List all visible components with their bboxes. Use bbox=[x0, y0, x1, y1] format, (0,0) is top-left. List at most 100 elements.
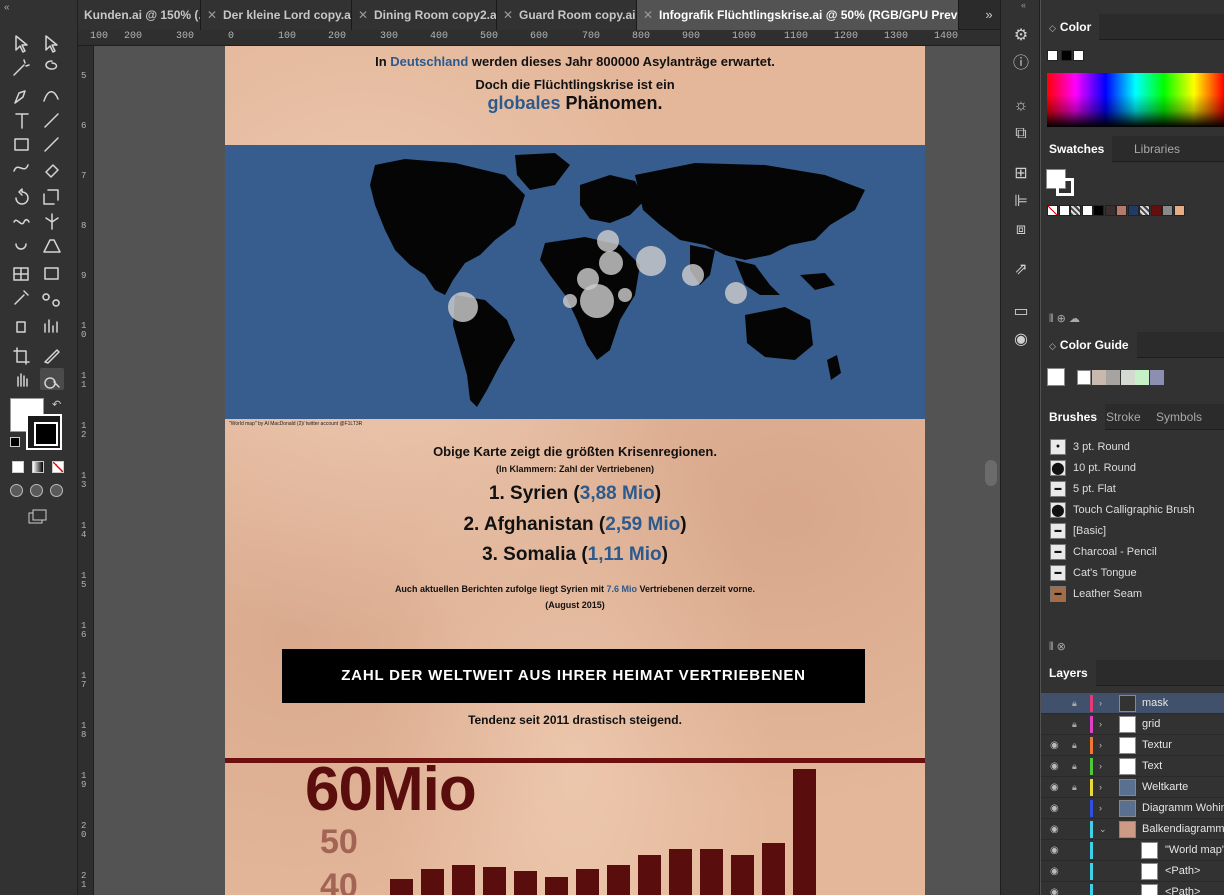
tab-color-guide[interactable]: ◇ Color Guide bbox=[1041, 332, 1137, 358]
color-spectrum[interactable] bbox=[1047, 73, 1224, 127]
tab-swatches[interactable]: Swatches bbox=[1041, 136, 1113, 162]
mesh-tool-icon[interactable] bbox=[10, 262, 34, 284]
visibility-eye-icon[interactable]: ◉ bbox=[1050, 735, 1064, 756]
gradient-tool-icon[interactable] bbox=[40, 262, 64, 284]
tab-infografik[interactable]: ✕ Infografik Flüchtlingskrise.ai @ 50% (R… bbox=[637, 0, 959, 30]
guide-swatch[interactable] bbox=[1091, 370, 1106, 385]
horizontal-ruler[interactable]: 100 200 300 0 100 200 300 400 500 600 700 800 900 100… bbox=[78, 30, 1000, 46]
close-icon[interactable]: ✕ bbox=[207, 0, 221, 30]
expand-chevron-icon[interactable]: › bbox=[1099, 735, 1109, 756]
lock-icon[interactable]: 🔒︎ bbox=[1072, 756, 1084, 777]
color-panel-header[interactable]: ◇ Color bbox=[1041, 14, 1224, 40]
visibility-eye-icon[interactable]: ◉ bbox=[1050, 798, 1064, 819]
layer-row[interactable]: ◉ "World map" bbox=[1041, 840, 1224, 861]
direct-selection-tool-icon[interactable] bbox=[40, 33, 64, 55]
transform-icon[interactable]: ⧉ bbox=[1011, 124, 1031, 144]
expand-chevron-icon[interactable]: › bbox=[1099, 693, 1109, 714]
expand-chevron-icon[interactable]: › bbox=[1099, 777, 1109, 798]
collapse-icon[interactable]: « bbox=[0, 0, 77, 30]
pen-tool-icon[interactable] bbox=[10, 85, 34, 107]
tab-dining-room[interactable]: ✕ Dining Room copy2.ai bbox=[352, 0, 497, 30]
draw-normal-icon[interactable] bbox=[10, 484, 23, 497]
align-icon[interactable]: ⊞ bbox=[1011, 164, 1031, 184]
curvature-tool-icon[interactable] bbox=[40, 85, 64, 107]
selection-tool-icon[interactable] bbox=[10, 33, 34, 55]
line-tool-icon[interactable] bbox=[40, 109, 64, 131]
zoom-tool-icon[interactable] bbox=[40, 368, 64, 390]
warp-tool-icon[interactable] bbox=[10, 210, 34, 232]
eyedropper-tool-icon[interactable] bbox=[10, 286, 34, 308]
visibility-eye-icon[interactable]: ◉ bbox=[1050, 756, 1064, 777]
color-guide-header[interactable]: ◇ Color Guide bbox=[1041, 332, 1224, 358]
layer-row[interactable]: ◉ 🔒︎ › Text bbox=[1041, 756, 1224, 777]
expand-chevron-icon[interactable]: › bbox=[1099, 798, 1109, 819]
lock-icon[interactable]: 🔒︎ bbox=[1072, 693, 1084, 714]
brush-item[interactable]: ⬤ Touch Calligraphic Brush bbox=[1050, 500, 1224, 520]
draw-behind-icon[interactable] bbox=[30, 484, 43, 497]
layer-row[interactable]: ◉ <Path> bbox=[1041, 882, 1224, 895]
brush-item[interactable]: ▬ Charcoal - Pencil bbox=[1050, 542, 1224, 562]
column-graph-tool-icon[interactable] bbox=[40, 314, 64, 336]
symbol-sprayer-tool-icon[interactable] bbox=[10, 314, 34, 336]
layers-panel-header[interactable]: Layers bbox=[1041, 660, 1224, 686]
eraser-tool-icon[interactable] bbox=[40, 157, 64, 179]
swatch[interactable] bbox=[1081, 205, 1093, 216]
layer-row[interactable]: ◉ 🔒︎ › Weltkarte bbox=[1041, 777, 1224, 798]
align-left-icon[interactable]: ⊫ bbox=[1011, 192, 1031, 212]
default-colors-icon[interactable] bbox=[10, 437, 20, 447]
swatch[interactable] bbox=[1162, 205, 1173, 216]
tab-kunden[interactable]: Kunden.ai @ 150% (... bbox=[78, 0, 201, 30]
expand-chevron-icon[interactable]: › bbox=[1099, 714, 1109, 735]
tab-symbols[interactable]: Symbols bbox=[1148, 404, 1210, 430]
tab-guard-room[interactable]: ✕ Guard Room copy.ai bbox=[497, 0, 637, 30]
layer-row[interactable]: ◉ 🔒︎ › Textur bbox=[1041, 735, 1224, 756]
collapse-chevron-icon[interactable]: ⌄ bbox=[1099, 819, 1109, 840]
visibility-eye-icon[interactable]: ◉ bbox=[1050, 861, 1064, 882]
tab-libraries[interactable]: Libraries bbox=[1126, 136, 1188, 162]
slice-tool-icon[interactable] bbox=[40, 344, 64, 366]
canvas[interactable]: In Deutschland werden dieses Jahr 800000… bbox=[94, 46, 1000, 895]
swatch[interactable] bbox=[1139, 205, 1150, 216]
artboard[interactable]: In Deutschland werden dieses Jahr 800000… bbox=[225, 46, 925, 895]
swatch[interactable] bbox=[1173, 205, 1185, 216]
close-icon[interactable]: ✕ bbox=[643, 0, 657, 30]
visibility-eye-icon[interactable]: ◉ bbox=[1050, 840, 1064, 861]
brush-item[interactable]: ▬ [Basic] bbox=[1050, 521, 1224, 541]
brushes-footer-icons[interactable]: ⫴ ⊗ bbox=[1049, 640, 1066, 654]
close-icon[interactable]: ✕ bbox=[358, 0, 372, 30]
guide-swatch[interactable] bbox=[1135, 370, 1149, 385]
shaper-tool-icon[interactable] bbox=[10, 157, 34, 179]
world-map[interactable] bbox=[225, 145, 925, 419]
vertical-scrollbar[interactable] bbox=[985, 460, 997, 486]
draw-inside-icon[interactable] bbox=[50, 484, 63, 497]
swatch[interactable] bbox=[1058, 205, 1070, 216]
brush-item[interactable]: ● 3 pt. Round bbox=[1050, 437, 1224, 457]
swatch[interactable] bbox=[1047, 205, 1058, 216]
swatch[interactable] bbox=[1093, 205, 1104, 216]
swatches-footer-icons[interactable]: ⫴ ⊕ ☁ bbox=[1049, 312, 1080, 326]
type-tool-icon[interactable] bbox=[10, 109, 34, 131]
transparency-icon[interactable]: ◉ bbox=[1011, 330, 1031, 350]
brushes-panel-header[interactable]: Brushes Stroke Symbols bbox=[1041, 404, 1224, 430]
layer-row[interactable]: ◉ <Path> bbox=[1041, 861, 1224, 882]
swatches-panel-header[interactable]: Swatches Libraries bbox=[1041, 136, 1224, 162]
white-swatch[interactable] bbox=[1073, 50, 1084, 61]
stroke-preview[interactable] bbox=[1056, 178, 1074, 196]
shape-builder-tool-icon[interactable] bbox=[10, 234, 34, 256]
swatch[interactable] bbox=[1116, 205, 1127, 216]
paintbrush-tool-icon[interactable] bbox=[40, 133, 64, 155]
expand-chevron-icon[interactable]: › bbox=[1099, 756, 1109, 777]
pathfinder-icon[interactable]: ⧈ bbox=[1011, 220, 1031, 240]
lock-icon[interactable]: 🔒︎ bbox=[1072, 714, 1084, 735]
swatch[interactable] bbox=[1150, 205, 1162, 216]
swap-colors-icon[interactable]: ↶ bbox=[52, 398, 66, 411]
guide-swatch[interactable] bbox=[1120, 370, 1135, 385]
layer-row[interactable]: 🔒︎ › mask bbox=[1041, 693, 1224, 714]
none-mode-icon[interactable] bbox=[52, 461, 64, 473]
layer-row[interactable]: 🔒︎ › grid bbox=[1041, 714, 1224, 735]
layer-row[interactable]: ◉ › Diagramm Wohin bbox=[1041, 798, 1224, 819]
info-icon[interactable]: ⓘ bbox=[1011, 54, 1031, 74]
swatch[interactable] bbox=[1070, 205, 1081, 216]
appearance-icon[interactable]: ☼ bbox=[1011, 96, 1031, 116]
brush-item[interactable]: ▬ 5 pt. Flat bbox=[1050, 479, 1224, 499]
